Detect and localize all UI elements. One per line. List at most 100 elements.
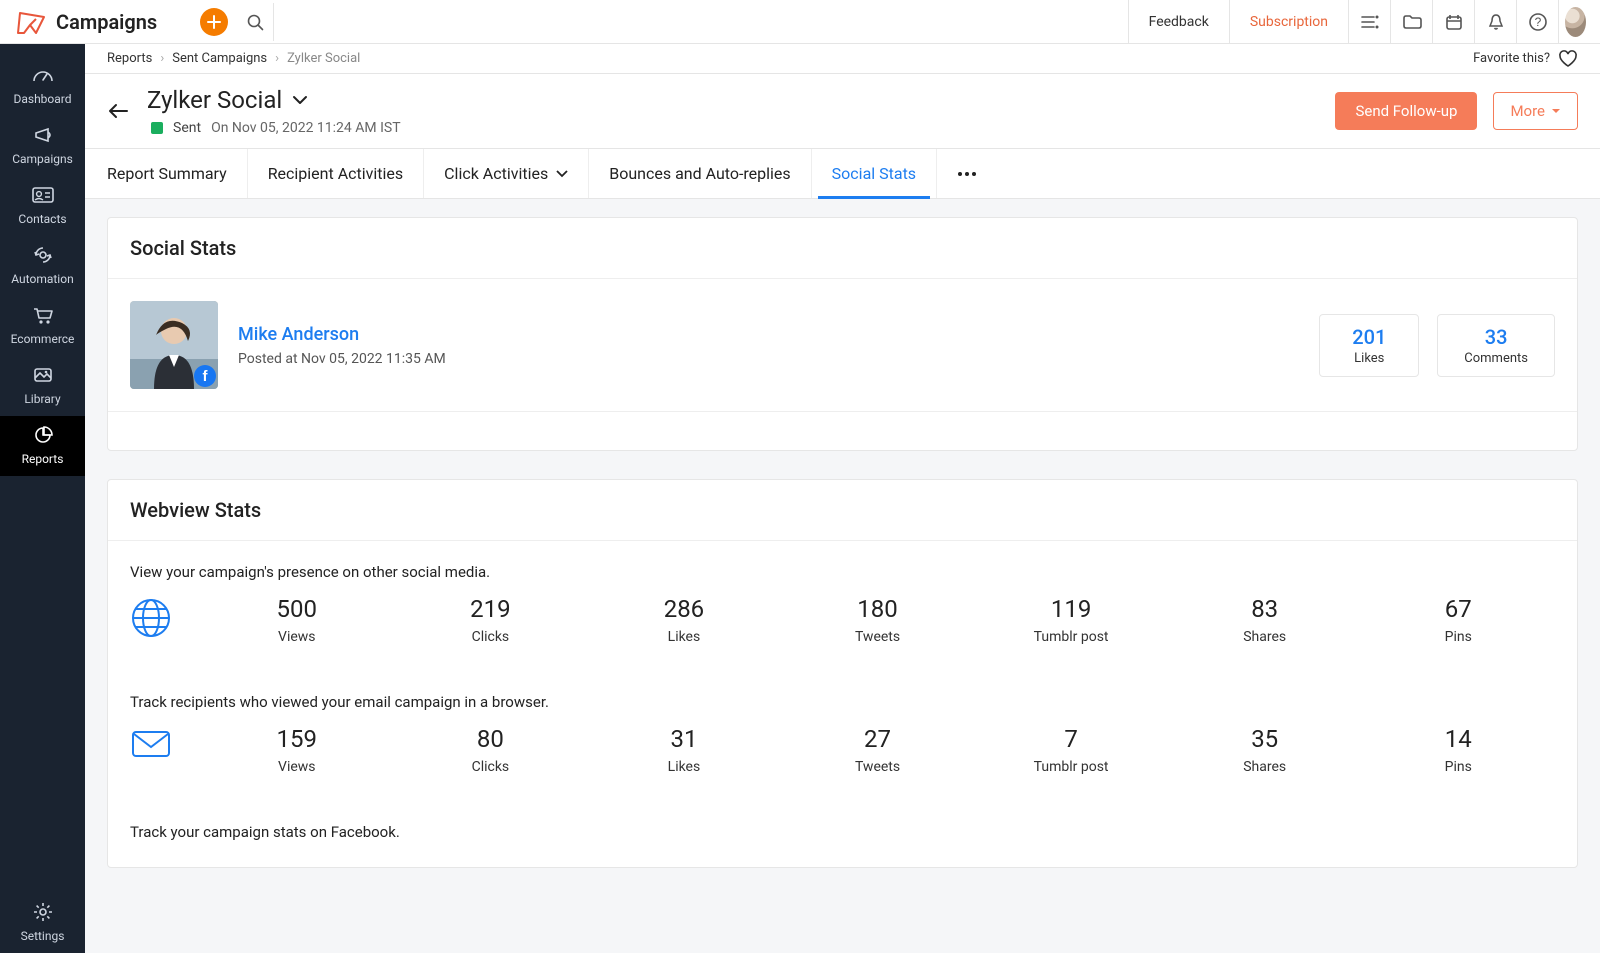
- metric-tumblr: 7Tumblr post: [974, 725, 1168, 775]
- status-text: Sent: [173, 120, 201, 136]
- sidebar: Dashboard Campaigns Contacts Automation …: [0, 44, 85, 953]
- metric-views: 500Views: [200, 595, 394, 645]
- mail-icon: [130, 725, 200, 761]
- bell-icon[interactable]: [1474, 0, 1516, 44]
- breadcrumb-reports[interactable]: Reports: [107, 51, 152, 66]
- chevron-right-icon: ›: [160, 51, 164, 66]
- webview-stats-card: Webview Stats View your campaign's prese…: [107, 479, 1578, 868]
- likes-box: 201 Likes: [1319, 314, 1419, 377]
- more-button[interactable]: More: [1493, 92, 1578, 130]
- sidebar-item-library[interactable]: Library: [0, 356, 85, 416]
- subscription-link[interactable]: Subscription: [1229, 0, 1348, 44]
- sidebar-item-label: Contacts: [18, 212, 66, 226]
- favorite-label: Favorite this?: [1473, 51, 1550, 66]
- heart-icon[interactable]: [1558, 49, 1578, 69]
- metric-likes: 31Likes: [587, 725, 781, 775]
- app-logo-icon: [16, 9, 46, 35]
- sent-on-text: On Nov 05, 2022 11:24 AM IST: [211, 120, 401, 136]
- user-avatar[interactable]: [1558, 0, 1600, 44]
- metric-tumblr: 119Tumblr post: [974, 595, 1168, 645]
- megaphone-icon: [31, 124, 55, 146]
- facebook-badge-icon: f: [194, 365, 216, 387]
- tab-label: Click Activities: [444, 164, 548, 183]
- list-settings-icon[interactable]: [1348, 0, 1390, 44]
- search-button[interactable]: [236, 3, 274, 41]
- title-dropdown-icon[interactable]: [292, 95, 308, 105]
- breadcrumb-sent-campaigns[interactable]: Sent Campaigns: [172, 51, 267, 66]
- social-stats-heading: Social Stats: [108, 218, 1577, 279]
- metric-likes: 286Likes: [587, 595, 781, 645]
- metric-views: 159Views: [200, 725, 394, 775]
- sidebar-item-label: Ecommerce: [11, 332, 75, 346]
- metric-pins: 14Pins: [1361, 725, 1555, 775]
- chevron-down-icon: [556, 170, 568, 178]
- send-followup-button[interactable]: Send Follow-up: [1335, 92, 1477, 130]
- title-row: Zylker Social Sent On Nov 05, 2022 11:24…: [85, 74, 1600, 149]
- comments-box: 33 Comments: [1437, 314, 1555, 377]
- app-title: Campaigns: [56, 10, 157, 34]
- sidebar-item-label: Dashboard: [13, 92, 71, 106]
- automation-icon: [31, 244, 55, 266]
- metric-shares: 35Shares: [1168, 725, 1362, 775]
- library-icon: [31, 364, 55, 386]
- sidebar-item-campaigns[interactable]: Campaigns: [0, 116, 85, 176]
- sidebar-item-reports[interactable]: Reports: [0, 416, 85, 476]
- sidebar-item-label: Campaigns: [12, 152, 73, 166]
- tab-bounces[interactable]: Bounces and Auto-replies: [589, 149, 811, 198]
- posted-at: Posted at Nov 05, 2022 11:35 AM: [238, 351, 446, 367]
- folder-icon[interactable]: [1390, 0, 1432, 44]
- tab-social-stats[interactable]: Social Stats: [812, 149, 937, 198]
- page-title: Zylker Social: [147, 86, 401, 114]
- tab-click-activities[interactable]: Click Activities: [424, 149, 589, 198]
- metric-clicks: 80Clicks: [394, 725, 588, 775]
- webview-desc-3: Track your campaign stats on Facebook.: [130, 823, 1555, 841]
- chevron-right-icon: ›: [275, 51, 279, 66]
- sidebar-item-label: Reports: [22, 452, 64, 466]
- sidebar-item-label: Settings: [21, 929, 65, 943]
- webview-heading: Webview Stats: [108, 480, 1577, 541]
- sidebar-item-label: Library: [24, 392, 60, 406]
- breadcrumb-current: Zylker Social: [287, 51, 360, 66]
- feedback-link[interactable]: Feedback: [1128, 0, 1229, 44]
- sidebar-item-ecommerce[interactable]: Ecommerce: [0, 296, 85, 356]
- poster-name[interactable]: Mike Anderson: [238, 324, 446, 345]
- help-icon[interactable]: ?: [1516, 0, 1558, 44]
- likes-value: 201: [1346, 325, 1392, 349]
- webview-desc-1: View your campaign's presence on other s…: [130, 563, 1555, 581]
- calendar-icon[interactable]: [1432, 0, 1474, 44]
- gear-icon: [32, 901, 54, 923]
- tab-report-summary[interactable]: Report Summary: [107, 149, 248, 198]
- metric-pins: 67Pins: [1361, 595, 1555, 645]
- comments-label: Comments: [1464, 351, 1528, 366]
- contacts-icon: [30, 184, 56, 206]
- tab-recipient-activities[interactable]: Recipient Activities: [248, 149, 424, 198]
- caret-down-icon: [1551, 108, 1561, 114]
- back-button[interactable]: [103, 96, 141, 126]
- tab-more-menu[interactable]: [937, 149, 997, 198]
- social-stats-card: Social Stats: [107, 217, 1578, 451]
- likes-label: Likes: [1346, 351, 1392, 366]
- metric-shares: 83Shares: [1168, 595, 1362, 645]
- poster-avatar: f: [130, 301, 218, 389]
- gauge-icon: [31, 64, 55, 86]
- sidebar-item-dashboard[interactable]: Dashboard: [0, 56, 85, 116]
- breadcrumb-row: Reports › Sent Campaigns › Zylker Social…: [85, 44, 1600, 74]
- app-brand: Campaigns: [0, 9, 200, 35]
- sidebar-item-contacts[interactable]: Contacts: [0, 176, 85, 236]
- page-title-text: Zylker Social: [147, 86, 282, 114]
- cart-icon: [31, 304, 55, 326]
- ellipsis-icon: [957, 171, 977, 177]
- metric-tweets: 27Tweets: [781, 725, 975, 775]
- sidebar-item-settings[interactable]: Settings: [0, 893, 85, 953]
- comments-value: 33: [1464, 325, 1528, 349]
- more-button-label: More: [1510, 102, 1545, 120]
- svg-text:?: ?: [1534, 15, 1541, 29]
- status-line: Sent On Nov 05, 2022 11:24 AM IST: [151, 120, 401, 136]
- sidebar-item-automation[interactable]: Automation: [0, 236, 85, 296]
- status-dot-sent: [151, 122, 163, 134]
- add-button[interactable]: [200, 8, 228, 36]
- metric-clicks: 219Clicks: [394, 595, 588, 645]
- top-header: Campaigns Feedback Subscription ?: [0, 0, 1600, 44]
- metric-tweets: 180Tweets: [781, 595, 975, 645]
- tabs-row: Report Summary Recipient Activities Clic…: [85, 149, 1600, 199]
